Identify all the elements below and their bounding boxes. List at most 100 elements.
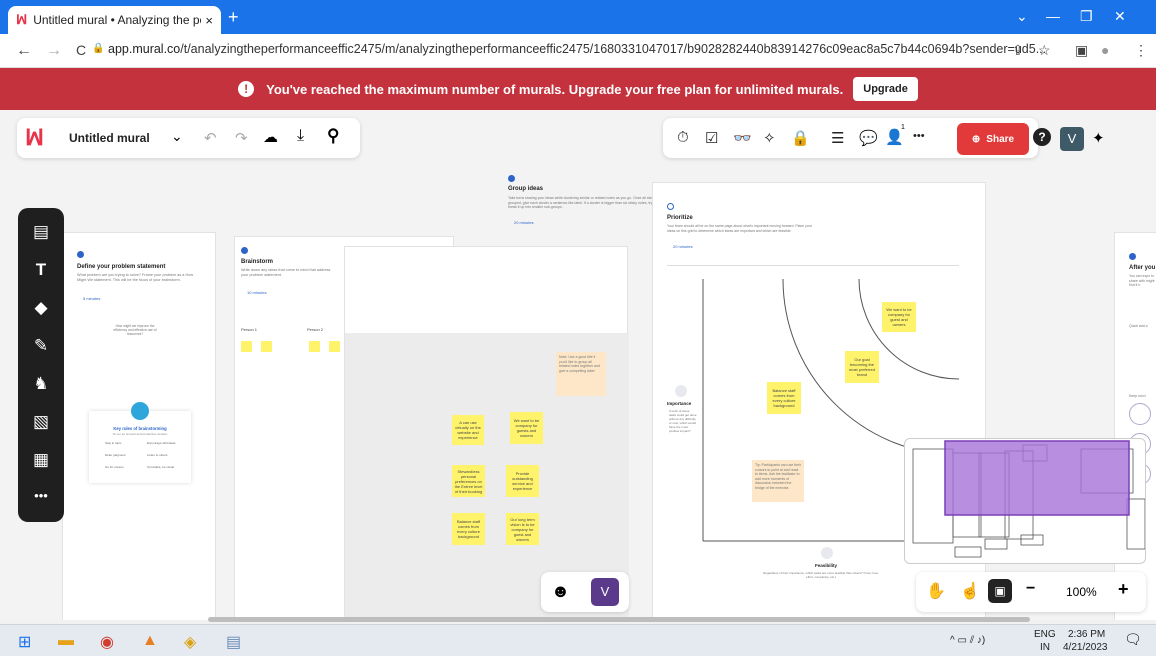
tab-search-icon[interactable]: ⌄ (1016, 8, 1028, 25)
side-panel-icon[interactable]: ▣ (1075, 42, 1088, 59)
pointer-tool-icon[interactable]: ☝ (960, 581, 980, 601)
voting-icon[interactable]: ☑ (705, 129, 718, 147)
search-icon[interactable]: ⚲ (327, 126, 339, 146)
group-panel[interactable] (344, 246, 629, 620)
define-panel[interactable]: Define your problem statement What probl… (62, 232, 216, 620)
sticky-note[interactable] (261, 341, 272, 352)
clock-date[interactable]: 4/21/2023 (1063, 642, 1108, 653)
tip-note[interactable]: Note: Use a good title if you'd like to … (556, 352, 606, 396)
url-field[interactable]: app.mural.co/t/analyzingtheperformanceef… (108, 42, 1046, 56)
minimap-viewport[interactable] (944, 440, 1130, 516)
sticky-note[interactable]: Provide outstanding service and experien… (506, 465, 539, 497)
user-avatar[interactable]: V (1060, 127, 1084, 151)
url-path: /t/analyzingtheperformanceeffic2475/m/an… (180, 42, 1047, 56)
image-icon[interactable]: ▧ (18, 412, 64, 432)
chrome-icon[interactable]: ◉ (100, 632, 114, 652)
more-icon[interactable]: ••• (913, 130, 925, 142)
redo-icon[interactable]: ↷ (235, 129, 248, 147)
sticky-note[interactable] (309, 341, 320, 352)
sticky-note[interactable]: Balance staff comes from every culture b… (767, 382, 801, 414)
window-app-icon[interactable]: ▤ (226, 632, 241, 652)
define-body: What problem are you trying to solve? Fr… (77, 273, 194, 282)
text-icon[interactable]: T (18, 260, 64, 280)
vlc-icon[interactable]: ▲ (142, 632, 158, 650)
tab-close-icon[interactable]: × (205, 13, 213, 28)
bookmark-star-icon[interactable]: ☆ (1038, 42, 1051, 59)
download-icon[interactable]: ⤓ (297, 127, 304, 145)
reload-icon[interactable]: C (76, 42, 86, 58)
outline-icon[interactable]: ☰ (831, 129, 844, 147)
user-avatar[interactable]: V (591, 578, 619, 606)
back-icon[interactable]: ← (16, 42, 32, 60)
presence-tool-icon[interactable]: ▣ (988, 579, 1012, 603)
start-button[interactable]: ⊞ (18, 632, 31, 652)
rule-1: Stay in topic (105, 441, 122, 445)
shapes-icon[interactable]: ◆ (18, 298, 64, 318)
cloud-sync-icon[interactable]: ☁ (263, 128, 278, 146)
sticky-note[interactable]: We want to be company for guest and owne… (882, 302, 916, 332)
rules-card[interactable]: Key rules of brainstorming To run an smo… (89, 402, 191, 483)
system-tray-icons[interactable]: ^ ▭ ⫽ ♪) (950, 635, 985, 646)
ai-sparkle-icon[interactable]: ✦ (1092, 129, 1105, 147)
minimap[interactable] (904, 438, 1146, 564)
zoom-in-button[interactable]: + (1118, 579, 1129, 600)
rule-5: Go for volume (105, 465, 124, 469)
file-explorer-icon[interactable]: ▬ (58, 632, 74, 650)
brainstorm-title: Brainstorm (241, 259, 274, 265)
new-tab-button[interactable]: + (228, 7, 239, 28)
divider (667, 265, 959, 266)
lock-icon[interactable]: 🔒 (791, 129, 810, 147)
sticky-note[interactable]: Our long term vision is to be company fo… (506, 513, 539, 545)
language-bottom[interactable]: IN (1040, 642, 1050, 653)
rules-badge-icon (131, 402, 149, 420)
templates-icon[interactable]: ▦ (18, 450, 64, 470)
zoom-out-button[interactable]: − (1026, 580, 1035, 598)
close-window-icon[interactable]: ✕ (1114, 8, 1126, 25)
sticky-note[interactable]: Our goal becoming the most preferred bra… (845, 351, 879, 383)
profile-icon[interactable]: ● (1101, 42, 1109, 58)
more-tools-icon[interactable]: ••• (18, 488, 64, 503)
mural-logo-icon[interactable]: ꟽ (25, 125, 44, 151)
step-number-icon (1129, 253, 1136, 260)
circle-shape[interactable] (1129, 403, 1151, 425)
forward-icon[interactable]: → (46, 42, 62, 60)
browser-tab[interactable]: ꟽ Untitled mural • Analyzing the pe × (8, 6, 221, 34)
restore-icon[interactable]: ❐ (1080, 8, 1093, 25)
summon-icon[interactable]: ✧ (763, 129, 776, 147)
sticky-note[interactable] (241, 341, 252, 352)
sticky-note[interactable]: Balance staff comes from every culture b… (452, 513, 485, 545)
mural-favicon-icon: ꟽ (16, 12, 28, 27)
mural-title[interactable]: Untitled mural (69, 131, 150, 145)
pen-icon[interactable]: ✎ (18, 336, 64, 356)
lock-icon[interactable]: 🔒 (92, 43, 104, 54)
rules-sub: To run an smooth and productive session (112, 432, 168, 436)
tab-title: Untitled mural • Analyzing the pe (33, 13, 202, 27)
sticky-note[interactable]: Steward/ess personal preferences on the … (452, 465, 485, 497)
sticky-note[interactable]: We want to be company for guests and own… (510, 412, 543, 444)
private-mode-icon[interactable]: 👓 (733, 129, 752, 147)
horizontal-scrollbar[interactable] (208, 617, 1030, 622)
problem-note[interactable]: How might we improve the efficiency and … (111, 324, 159, 337)
notification-icon[interactable]: 🗨 (1124, 631, 1142, 648)
app-icon[interactable]: ◈ (184, 632, 196, 652)
sticky-note[interactable] (329, 341, 340, 352)
help-icon[interactable]: ? (1033, 128, 1051, 146)
undo-icon[interactable]: ↶ (204, 129, 217, 147)
sticky-note[interactable]: A can use virtually on the website and e… (452, 415, 484, 445)
browser-menu-icon[interactable]: ⋮ (1134, 42, 1148, 59)
tip-note[interactable]: Tip: Participants can use their cursors … (752, 460, 804, 502)
minimize-icon[interactable]: — (1046, 8, 1060, 24)
emoji-reaction-icon[interactable]: ☻ (551, 581, 570, 602)
zoom-level[interactable]: 100% (1066, 585, 1097, 599)
comments-icon[interactable]: 💬 (859, 129, 878, 147)
share-page-icon[interactable]: ⇪ (1012, 42, 1024, 59)
upgrade-button[interactable]: Upgrade (853, 77, 918, 101)
timer-icon[interactable]: ⏱ (677, 129, 689, 146)
hand-tool-icon[interactable]: ✋ (926, 581, 946, 601)
title-chevron-icon[interactable]: ⌄ (171, 128, 183, 145)
language-top[interactable]: ENG (1034, 629, 1056, 640)
share-button[interactable]: ⊕ Share (957, 123, 1029, 155)
clock-time[interactable]: 2:36 PM (1068, 629, 1105, 640)
llama-icon[interactable]: ♞ (18, 374, 64, 394)
sticky-note-icon[interactable]: ▤ (18, 222, 64, 242)
